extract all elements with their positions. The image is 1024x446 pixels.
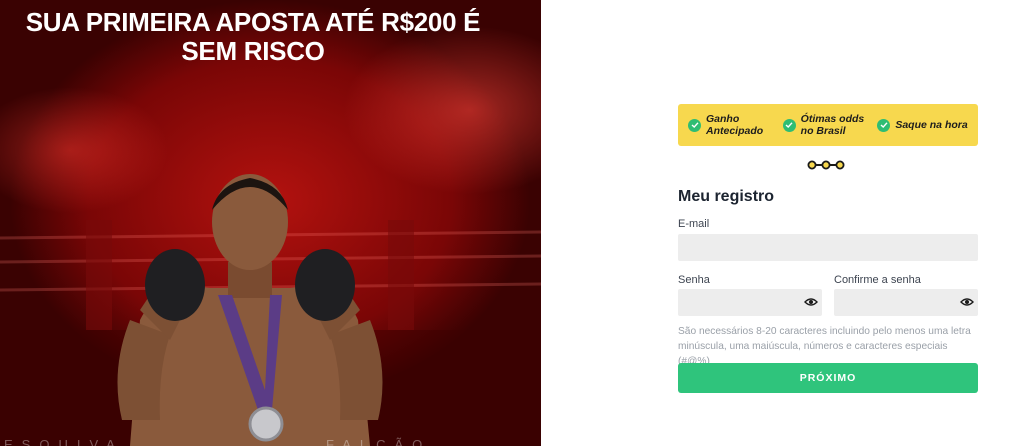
- next-button[interactable]: PRÓXIMO: [678, 363, 978, 393]
- step-dot: [835, 160, 845, 170]
- fighter-name-right: FALCÃO: [326, 437, 432, 446]
- confirm-password-field[interactable]: [834, 289, 978, 316]
- check-icon: [877, 118, 891, 132]
- step-indicator: [807, 160, 845, 170]
- form-title: Meu registro: [678, 188, 775, 205]
- benefit-label: Ganho Antecipado: [706, 113, 764, 137]
- password-field[interactable]: [678, 289, 822, 316]
- promo-hero: SUA PRIMEIRA APOSTA ATÉ R$200 É SEM RISC…: [0, 0, 541, 446]
- password-label: Senha: [678, 274, 710, 286]
- benefit-item: Saque na hora: [877, 118, 972, 132]
- eye-icon[interactable]: [960, 297, 974, 307]
- benefit-item: Ótimas odds no Brasil: [782, 113, 878, 137]
- benefits-banner: Ganho Antecipado Ótimas odds no Brasil S…: [678, 104, 978, 146]
- email-label: E-mail: [678, 218, 710, 230]
- check-icon: [688, 118, 701, 132]
- eye-icon[interactable]: [804, 297, 818, 307]
- fighter-name-left: ESQUIVA: [4, 437, 124, 446]
- step-dot: [821, 160, 831, 170]
- check-icon: [782, 118, 796, 132]
- email-field[interactable]: [678, 234, 978, 261]
- promo-headline: SUA PRIMEIRA APOSTA ATÉ R$200 É SEM RISC…: [25, 7, 481, 66]
- benefit-label: Ótimas odds no Brasil: [800, 113, 865, 137]
- benefit-item: Ganho Antecipado: [688, 113, 783, 137]
- confirm-password-label: Confirme a senha: [834, 274, 921, 286]
- benefit-label: Saque na hora: [895, 119, 968, 131]
- step-dot: [807, 160, 817, 170]
- fighter-image: [117, 174, 383, 446]
